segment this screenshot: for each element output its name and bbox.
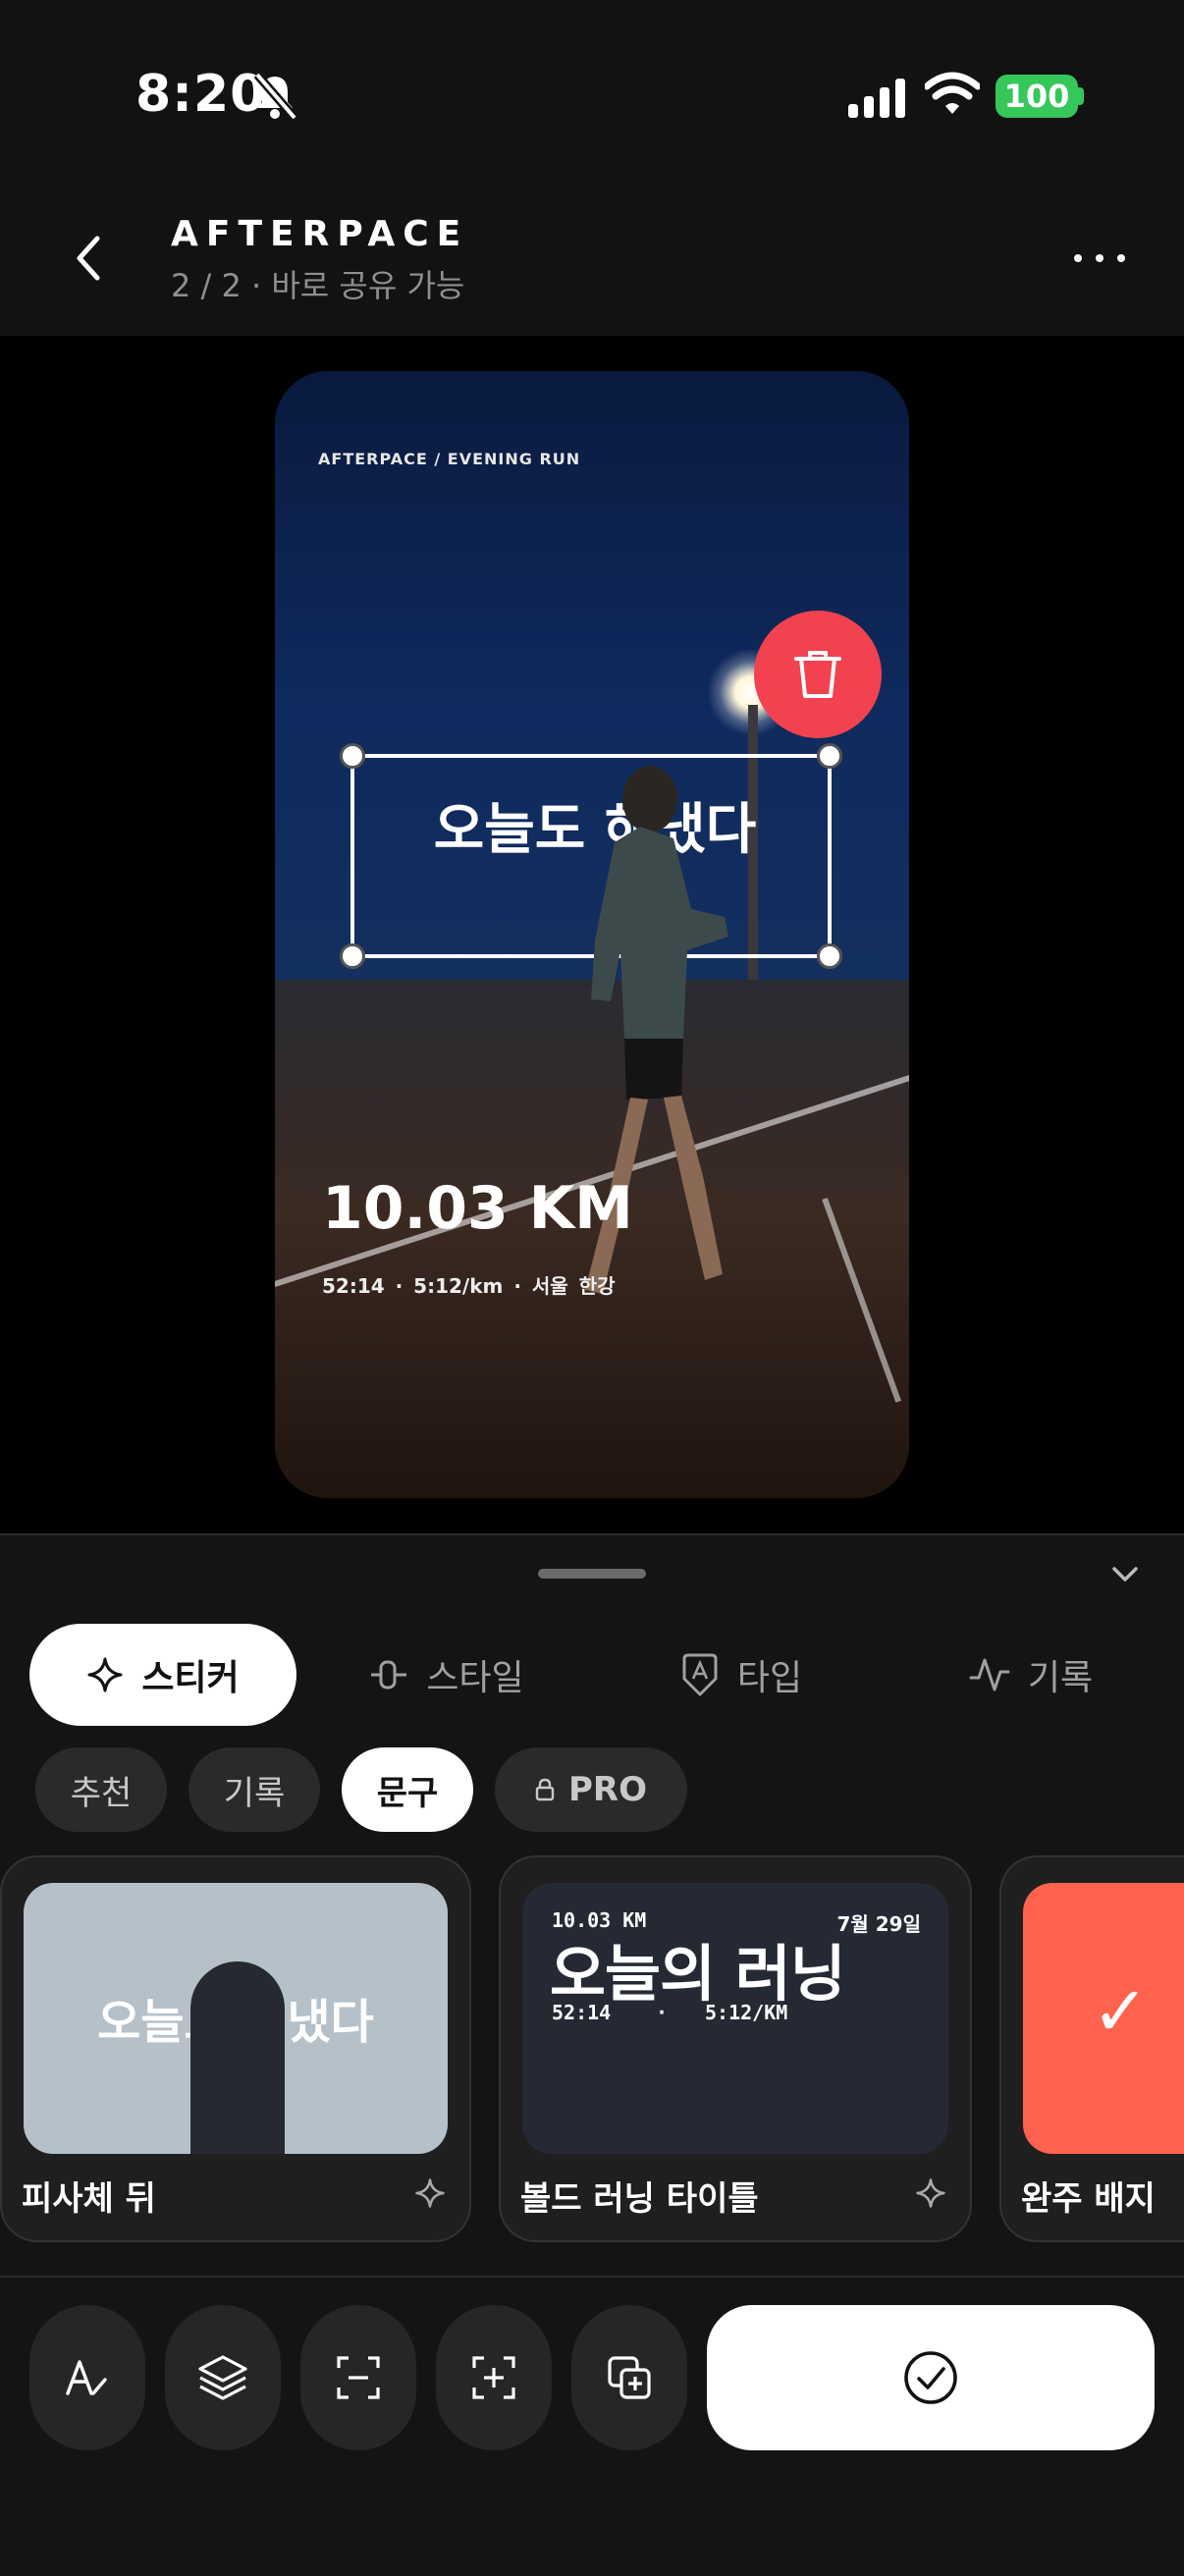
sticker-tile-bold-run-title[interactable]: 10.03 KM 7월 29일 오늘의 러닝 52:14 · 5:12/KM 볼… (499, 1855, 972, 2242)
frame-crop-icon (337, 2356, 380, 2399)
tab-type[interactable]: 타입 (648, 1624, 834, 1726)
sticker-preview: 10.03 KM 7월 29일 오늘의 러닝 52:14 · 5:12/KM (522, 1883, 948, 2154)
chip-label: 추천 (70, 1773, 133, 1813)
chip-label: 문구 (376, 1773, 439, 1813)
preview-time: 52:14 (552, 2001, 612, 2024)
tab-label: 스티커 (141, 1658, 240, 1698)
font-tag-icon (682, 1653, 718, 1696)
chip-label: PRO (567, 1770, 647, 1809)
battery-tip (1078, 87, 1084, 105)
back-button[interactable] (59, 224, 118, 293)
status-time: 8:20 (135, 65, 267, 124)
add-frame-button[interactable] (436, 2305, 552, 2450)
resize-handle-bottom-right[interactable] (817, 943, 842, 969)
battery-indicator: 100 (996, 75, 1078, 118)
sticker-preview: 오늘도 해냈다 (24, 1883, 448, 2154)
resize-handle-top-left[interactable] (340, 743, 365, 769)
tab-stickers[interactable]: 스티커 (29, 1624, 296, 1726)
filter-chip-pro[interactable]: PRO (495, 1747, 687, 1832)
chevron-left-icon (77, 236, 100, 281)
sparkle-icon (87, 1657, 123, 1692)
story-preview-card[interactable]: AFTERPACE / EVENING RUN 오늘도 해냈다 10.03 KM… (275, 371, 909, 1498)
sparkle-icon (415, 2178, 445, 2208)
page-title: AFTERPACE (171, 214, 469, 254)
tile-label: 볼드 러닝 타이틀 (520, 2179, 759, 2219)
slider-icon (371, 1660, 407, 1690)
more-dot (1074, 254, 1082, 262)
toolbar-divider (0, 2276, 1184, 2278)
add-frame-icon (472, 2356, 515, 2399)
preview-date: 7월 29일 (836, 1912, 921, 1936)
delete-sticker-button[interactable] (754, 611, 882, 738)
chevron-down-icon (1112, 1567, 1138, 1582)
wifi-icon (925, 72, 980, 114)
sticker-preview: ✓ (1023, 1883, 1184, 2154)
filter-chip-phrases[interactable]: 문구 (342, 1747, 473, 1832)
tile-label: 완주 배지 (1021, 2179, 1156, 2219)
preview-title: 오늘의 러닝 (550, 1938, 846, 2010)
check-circle-icon (904, 2351, 957, 2404)
more-options-button[interactable] (1060, 234, 1139, 283)
run-meta: 52:14 · 5:12/km · 서울 한강 (322, 1274, 616, 1298)
duplicate-button[interactable] (571, 2305, 687, 2450)
resize-handle-top-right[interactable] (817, 743, 842, 769)
duplicate-add-icon (608, 2356, 651, 2399)
activity-icon (969, 1658, 1010, 1691)
done-button[interactable] (707, 2305, 1155, 2450)
preview-pace: 5:12/KM (705, 2001, 788, 2024)
tab-records[interactable]: 기록 (933, 1624, 1129, 1726)
filter-chip-records[interactable]: 기록 (188, 1747, 320, 1832)
trash-icon (794, 651, 841, 698)
more-dot (1096, 254, 1103, 262)
bell-muted-icon (253, 72, 298, 121)
tab-style[interactable]: 스타일 (334, 1624, 560, 1726)
text-tool-button[interactable] (29, 2305, 145, 2450)
sheet-grabber[interactable] (538, 1569, 646, 1579)
card-brand-line: AFTERPACE / EVENING RUN (318, 450, 581, 468)
text-edit-icon (66, 2360, 107, 2395)
subject-silhouette (190, 1961, 285, 2154)
page-subtitle: 2 / 2 · 바로 공유 가능 (171, 267, 465, 304)
sticker-tile-finish-badge[interactable]: ✓ 완주 배지 (999, 1855, 1184, 2242)
resize-handle-bottom-left[interactable] (340, 943, 365, 969)
lock-icon (535, 1778, 555, 1801)
tab-label: 기록 (1027, 1658, 1094, 1698)
sparkle-icon (916, 2178, 945, 2208)
run-distance: 10.03 KM (322, 1174, 633, 1243)
filter-chip-recommended[interactable]: 추천 (35, 1747, 167, 1832)
collapse-sheet-button[interactable] (1100, 1555, 1151, 1594)
preview-separator: · (656, 2001, 669, 2024)
chip-label: 기록 (223, 1773, 286, 1813)
tab-label: 타입 (736, 1658, 803, 1698)
more-dot (1117, 254, 1125, 262)
layers-tool-button[interactable] (165, 2305, 281, 2450)
layers-icon (198, 2355, 247, 2400)
checkmark-icon: ✓ (1092, 1971, 1150, 2052)
sticker-tile-behind-subject[interactable]: 오늘도 해냈다 피사체 뒤 (0, 1855, 471, 2242)
cellular-signal-icon (848, 79, 905, 118)
crop-tool-button[interactable] (300, 2305, 416, 2450)
tile-label: 피사체 뒤 (22, 2179, 156, 2219)
tab-label: 스타일 (426, 1658, 524, 1698)
